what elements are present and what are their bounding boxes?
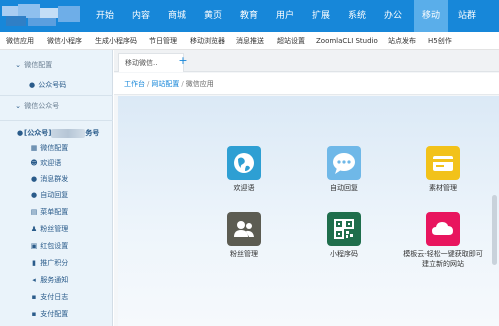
cloud-icon [426,212,460,246]
gift-icon: ▣ [30,242,38,250]
sidebar-section-wechat-official[interactable]: ⌄ 微信公众号 [14,99,127,113]
add-tab-button[interactable]: + [174,53,192,71]
nav-mobile[interactable]: 移动 [414,0,448,32]
app-panel: 欢迎语 自动回复 素材管理 粉丝管理 小程序码 模板云-轻松一键获取即可 建立新… [118,96,499,326]
breadcrumb-workbench[interactable]: 工作台 [124,80,145,88]
redacted-name [51,128,86,138]
config-icon: ▪ [31,310,37,318]
chevron-down-icon: ⌄ [15,61,21,69]
subnav-gen-code[interactable]: 生成小程序码 [95,32,137,50]
nav-users[interactable]: 用户 [268,0,302,32]
app-autoreply[interactable]: 自动回复 [314,146,374,193]
breadcrumb-site-config[interactable]: 网站配置 [151,80,179,88]
people-icon [227,212,261,246]
card-icon [426,146,460,180]
logo [2,4,84,28]
grid-icon: ▦ [30,144,38,152]
reply-icon: ● [30,191,38,199]
sidebar: ⌄ 微信配置 ● 公众号码 ⌄ 微信公众号 ●[公众号] 务号 ▦ 微信配置 ☻ … [0,50,113,326]
chat-icon: ● [28,81,36,89]
sidebar-account-header[interactable]: ●[公众号] 务号 [16,126,129,140]
globe-icon [227,146,261,180]
app-miniprogram-code[interactable]: 小程序码 [314,212,374,259]
app-fans[interactable]: 粉丝管理 [214,212,274,259]
subnav-miniprogram[interactable]: 微信小程序 [47,32,82,50]
app-welcome[interactable]: 欢迎语 [214,146,274,193]
breadcrumb-current: 微信应用 [185,80,214,88]
sub-nav: 微信应用 微信小程序 生成小程序码 节日管理 移动浏览器 消息推送 超站设置 Z… [0,32,499,50]
app-materials[interactable]: 素材管理 [413,146,473,193]
log-icon: ▪ [31,293,37,301]
chat-icon: ● [16,129,24,137]
main-content: 移动微信.. + 工作台/网站配置/微信应用 欢迎语 自动回复 素材管理 [114,50,499,326]
nav-content[interactable]: 内容 [124,0,158,32]
tab-bar: 移动微信.. + [114,50,499,72]
user-icon: ☻ [30,159,38,167]
nav-education[interactable]: 教育 [232,0,266,32]
sidebar-section-wechat-config[interactable]: ⌄ 微信配置 [14,58,127,72]
subnav-zoomla-studio[interactable]: ZoomlaCLI Studio [316,32,378,50]
subnav-push[interactable]: 消息推送 [236,32,264,50]
message-icon: ● [30,175,38,183]
app-template-cloud[interactable]: 模板云-轻松一键获取即可 建立新的网站 [398,212,488,269]
subnav-h5[interactable]: H5创作 [428,32,452,50]
qrcode-icon [327,212,361,246]
chart-icon: ▮ [32,259,36,267]
nav-sitegroup[interactable]: 站群 [450,0,484,32]
nav-start[interactable]: 开始 [88,0,122,32]
subnav-supersite[interactable]: 超站设置 [277,32,305,50]
bell-icon: ◂ [32,276,36,284]
subnav-holidays[interactable]: 节日管理 [149,32,177,50]
menu-icon: ▤ [30,208,38,216]
nav-extensions[interactable]: 扩展 [304,0,338,32]
nav-office[interactable]: 办公 [376,0,410,32]
breadcrumb: 工作台 / 网站配置 / 微信应用 [114,73,499,95]
content-scrollbar[interactable] [492,195,497,265]
subnav-mobile-browser[interactable]: 移动浏览器 [190,32,225,50]
chat-icon [327,146,361,180]
nav-system[interactable]: 系统 [340,0,374,32]
users-icon: ♟ [30,225,38,233]
chevron-down-icon: ⌄ [15,102,21,110]
subnav-publish[interactable]: 站点发布 [388,32,416,50]
top-nav: 开始 内容 商城 黄页 教育 用户 扩展 系统 办公 移动 站群 [0,0,499,32]
subnav-wechat-apps[interactable]: 微信应用 [6,32,34,50]
nav-mall[interactable]: 商城 [160,0,194,32]
nav-yellowpages[interactable]: 黄页 [196,0,230,32]
